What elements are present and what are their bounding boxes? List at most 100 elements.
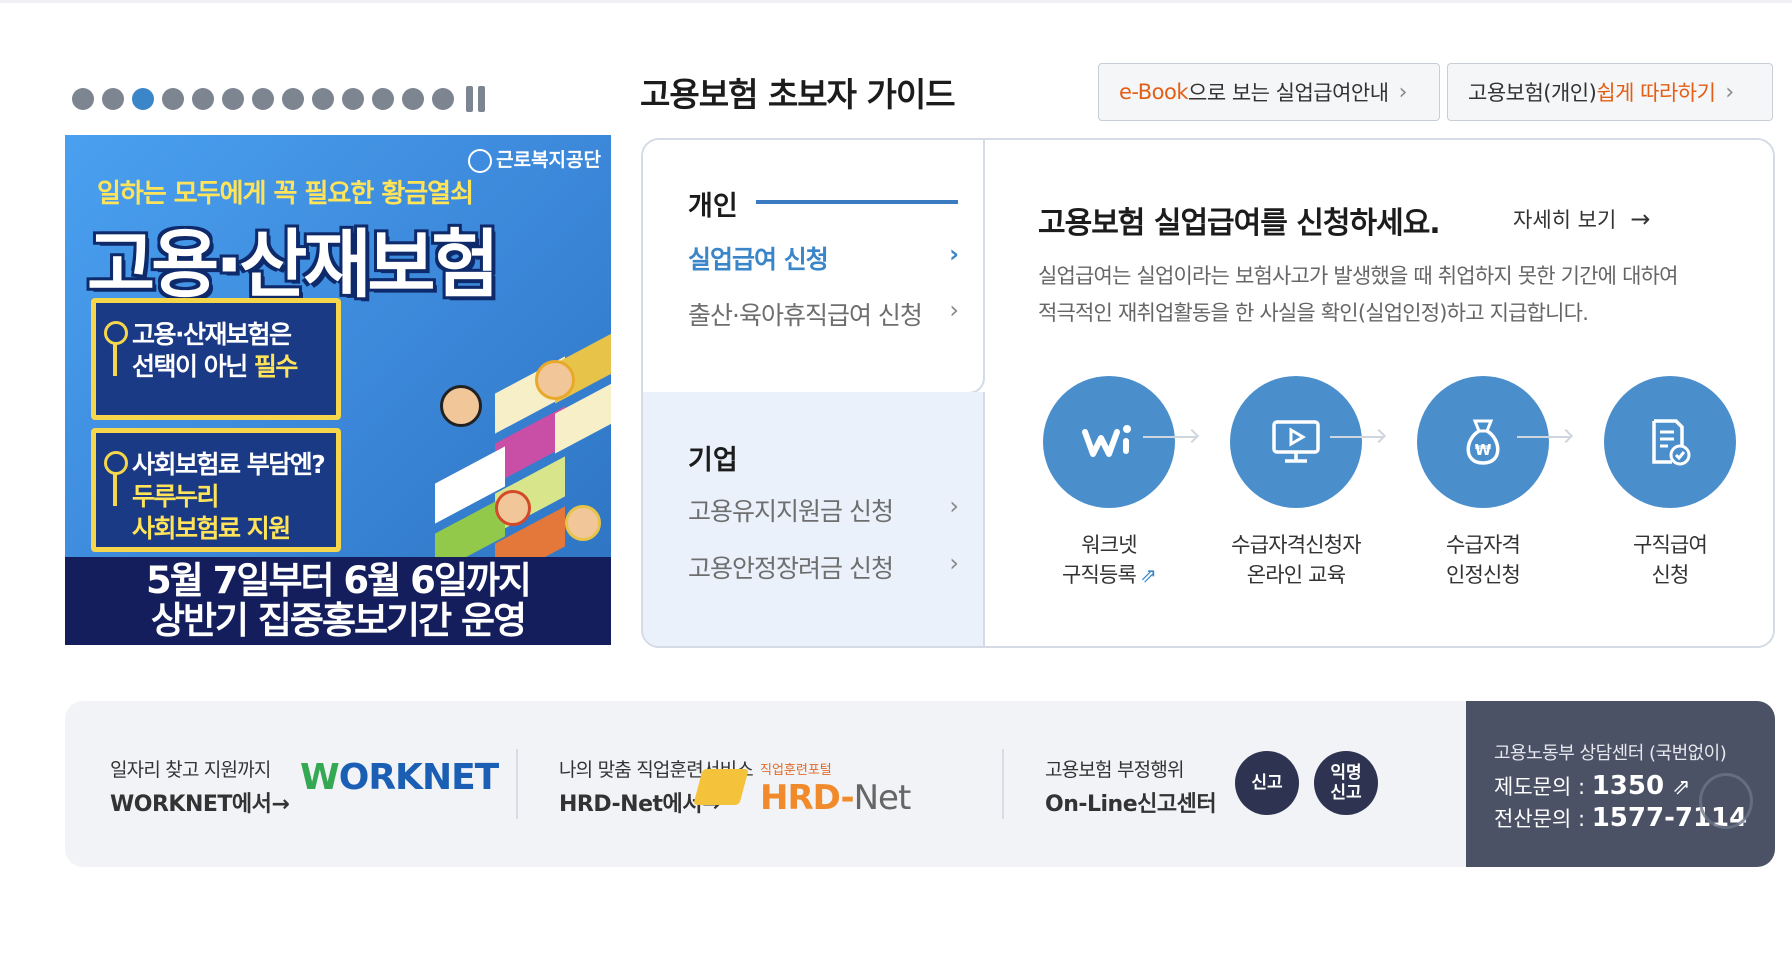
banner-dot[interactable] (342, 88, 364, 110)
easy-follow-label: 고용보험(개인) (1468, 81, 1597, 105)
worknet-logo-text: ORKNET (338, 757, 499, 798)
banner-dot[interactable] (162, 88, 184, 110)
menu-item-unemployment[interactable]: 실업급여 신청 › (688, 240, 959, 276)
divider (1002, 749, 1004, 819)
step-label: 구직급여 (1632, 533, 1708, 557)
chevron-right-icon: › (949, 296, 959, 324)
view-more-link[interactable]: 자세히 보기 → (1513, 204, 1650, 234)
agency-logo: 근로복지공단 (468, 145, 601, 173)
promo-banner[interactable]: 근로복지공단 일하는 모두에게 꼭 필요한 황금열쇠 고용·산재보험 고용·산재… (65, 135, 611, 645)
banner-dot[interactable] (72, 88, 94, 110)
step-worknet-registration[interactable]: 워크넷 구직등록 ⇗ (1016, 376, 1202, 590)
menu-item-employment-stability[interactable]: 고용안정장려금 신청 › (688, 549, 959, 585)
worknet-link-text: WORKNET에서→ (110, 792, 290, 817)
ebook-highlight: e-Book (1119, 80, 1189, 104)
step-label: 워크넷 (1081, 533, 1137, 557)
banner-dot-active[interactable] (132, 88, 154, 110)
banner-artwork: 근로복지공단 일하는 모두에게 꼭 필요한 황금열쇠 고용·산재보험 고용·산재… (65, 135, 611, 584)
step-label: 구직등록 (1061, 563, 1137, 587)
banner-dot[interactable] (282, 88, 304, 110)
menu-item-employment-retention[interactable]: 고용유지지원금 신청 › (688, 492, 959, 528)
banner-period-line2: 상반기 집중홍보기간 운영 (150, 599, 527, 642)
chevron-right-icon: › (949, 492, 959, 520)
key-icon (104, 321, 128, 376)
external-link-icon: ⇗ (1672, 775, 1691, 800)
anon-report-label: 신고 (1330, 783, 1362, 803)
banner-card-mandatory: 고용·산재보험은 선택이 아닌 필수 (91, 298, 341, 420)
chevron-right-icon: › (1398, 79, 1408, 105)
tab-company-heading: 기업 (688, 445, 738, 476)
key-icon (104, 451, 128, 506)
tab-personal[interactable]: 개인 실업급여 신청 › 출산·육아휴직급여 신청 › (643, 140, 985, 394)
banner-dot[interactable] (252, 88, 274, 110)
worknet-logo[interactable]: WORKNET (300, 757, 499, 798)
banner-dot[interactable] (222, 88, 244, 110)
report-caption: 고용보험 부정행위 (1045, 759, 1184, 781)
banner-card-durunuri: 사회보험료 부담엔? 두루누리 사회보험료 지원 (91, 428, 341, 552)
report-button[interactable]: 신고 (1235, 751, 1299, 815)
call-center-title: 고용노동부 상담센터 (국번없이) (1494, 743, 1727, 764)
step-eligibility-application[interactable]: ₩ 수급자격 인정신청 (1390, 376, 1576, 590)
agency-logo-icon (468, 148, 493, 173)
step-connector-arrow (1330, 436, 1384, 438)
quick-links-bar: 일자리 찾고 지원까지 WORKNET에서→ WORKNET 나의 맞춤 직업훈… (65, 701, 1775, 867)
svg-text:₩: ₩ (1475, 441, 1492, 459)
step-job-seeking-benefit[interactable]: 구직급여 신청 (1577, 376, 1763, 590)
worknet-link[interactable]: 일자리 찾고 지원까지 WORKNET에서→ (110, 755, 290, 818)
money-bag-icon: ₩ (1417, 376, 1549, 508)
phone-chat-icon (1699, 773, 1753, 829)
divider (516, 749, 518, 819)
tab-active-underline (756, 200, 958, 204)
worknet-caption: 일자리 찾고 지원까지 (110, 759, 271, 781)
detail-title: 고용보험 실업급여를 신청하세요. (1038, 206, 1441, 241)
banner-dot[interactable] (102, 88, 124, 110)
chevron-right-icon: › (949, 549, 959, 577)
ebook-label: 으로 보는 실업급여안내 (1188, 81, 1389, 105)
step-label: 수급자격신청자 (1231, 533, 1361, 557)
tab-company[interactable]: 기업 고용유지지원금 신청 › 고용안정장려금 신청 › (643, 392, 985, 646)
menu-item-label: 실업급여 신청 (688, 245, 829, 274)
step-connector-arrow (1143, 436, 1197, 438)
banner-dot[interactable] (372, 88, 394, 110)
policy-inquiry-line[interactable]: 제도문의 : 1350 ⇗ (1494, 771, 1691, 801)
view-more-label: 자세히 보기 (1513, 208, 1617, 232)
anonymous-report-button[interactable]: 익명 신고 (1314, 751, 1378, 815)
agency-name: 근로복지공단 (496, 149, 601, 171)
ebook-guide-button[interactable]: e-Book 으로 보는 실업급여안내 › (1098, 63, 1440, 121)
step-label: 수급자격 (1445, 533, 1521, 557)
guide-title: 고용보험 초보자 가이드 (640, 75, 956, 114)
tab-personal-heading: 개인 (688, 191, 738, 222)
menu-item-label: 출산·육아휴직급여 신청 (688, 301, 923, 330)
step-connector-arrow (1517, 436, 1571, 438)
banner-dot[interactable] (402, 88, 424, 110)
card2-line2: 두루누리 (132, 482, 220, 511)
it-inquiry-label: 전산문의 : (1494, 807, 1592, 831)
menu-item-parental-leave[interactable]: 출산·육아휴직급여 신청 › (688, 296, 959, 332)
banner-pagination (72, 86, 485, 112)
policy-inquiry-number: 1350 (1591, 771, 1665, 801)
banner-dot[interactable] (192, 88, 214, 110)
banner-dot[interactable] (312, 88, 334, 110)
board-game-illustration (345, 265, 611, 584)
fraud-report-center: 고용보험 부정행위 On-Line신고센터 (1045, 755, 1217, 818)
banner-dot[interactable] (432, 88, 454, 110)
chevron-right-icon: › (1725, 79, 1734, 105)
hrd-logo-caption: 직업훈련포털 (760, 763, 832, 778)
hrd-logo-net: Net (853, 778, 912, 818)
description-line: 적극적인 재취업활동을 한 사실을 확인(실업인정)하고 지급합니다. (1038, 301, 1589, 325)
top-divider (0, 0, 1792, 3)
pause-icon[interactable] (466, 86, 485, 112)
monitor-icon (1230, 376, 1362, 508)
call-center-box: 고용노동부 상담센터 (국번없이) 제도문의 : 1350 ⇗ 전산문의 : 15… (1466, 701, 1775, 867)
step-label: 신청 (1651, 563, 1689, 587)
banner-period: 5월 7일부터 6월 6일까지 상반기 집중홍보기간 운영 (65, 557, 611, 645)
easy-follow-highlight: 쉽게 따라하기 (1596, 81, 1716, 105)
banner-period-line1: 5월 7일부터 6월 6일까지 (146, 559, 532, 602)
hrd-net-logo[interactable]: 직업훈련포털 HRD-Net (693, 759, 912, 818)
anon-report-label: 익명 (1330, 763, 1362, 783)
worknet-icon (1043, 376, 1175, 508)
easy-follow-button[interactable]: 고용보험(개인) 쉽게 따라하기 › (1447, 63, 1773, 121)
description-line: 실업급여는 실업이라는 보험사고가 발생했을 때 취업하지 못한 기간에 대하여 (1038, 264, 1678, 288)
step-online-education[interactable]: 수급자격신청자 온라인 교육 (1203, 376, 1389, 590)
card2-line1: 사회보험료 부담엔? (132, 450, 326, 479)
